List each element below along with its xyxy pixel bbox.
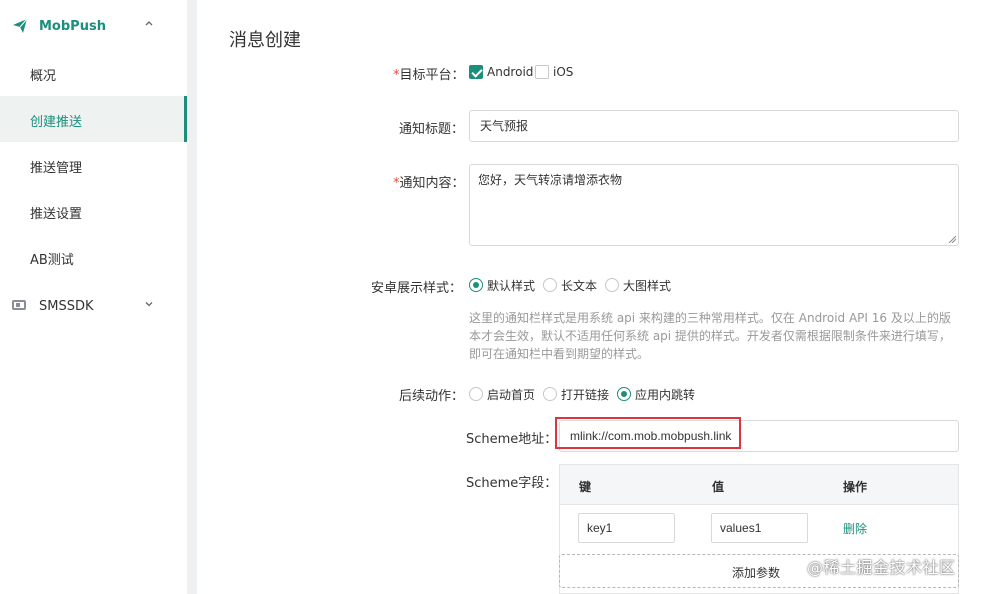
notify-title-input[interactable]: 天气预报 (469, 110, 959, 142)
sidebar-item-label: 推送设置 (30, 207, 83, 222)
paper-plane-icon (13, 18, 28, 33)
column-header-key: 键 (579, 480, 592, 494)
follow-action-label: 后续动作： (399, 389, 465, 404)
resize-handle-icon[interactable] (948, 235, 956, 243)
delete-row-link[interactable]: 删除 (843, 520, 867, 537)
platform-label-text: 目标平台： (399, 68, 465, 83)
value-input[interactable]: values1 (711, 513, 808, 543)
sidebar-item-label: SMSSDK (39, 299, 94, 314)
sidebar-item-label: 推送管理 (30, 161, 83, 176)
style-default-label: 默认样式 (487, 279, 536, 293)
style-big-image-label: 大图样式 (623, 279, 672, 293)
notify-content-value: 您好，天气转凉请增添衣物 (478, 173, 623, 187)
watermark: @稀土掘金技术社区 (807, 558, 956, 577)
sidebar-item-push-manage[interactable]: 推送管理 (0, 142, 187, 188)
sidebar-item-label: 创建推送 (30, 115, 83, 130)
sidebar-item-smssdk[interactable]: SMSSDK (0, 282, 187, 328)
platform-label: *目标平台： (393, 64, 465, 83)
notify-content-textarea[interactable]: 您好，天气转凉请增添衣物 (469, 164, 959, 246)
sidebar-brand[interactable]: MobPush (0, 0, 187, 50)
scheme-fields-label: Scheme字段： (466, 476, 558, 491)
main-panel: 消息创建 *目标平台： Android iOS 通知标题： 天气预报 *通知内容… (197, 0, 988, 594)
style-big-image-radio[interactable] (605, 278, 619, 292)
action-open-link-radio[interactable] (543, 387, 557, 401)
style-hint-line-2: 本才会生效，默认不适用任何系统 api 提供的样式。开发者仅需根据限制条件来进行… (469, 329, 951, 343)
ios-option-label: iOS (553, 65, 574, 79)
sidebar: MobPush 概况 创建推送 推送管理 推送设置 AB测试 SMSSDK (0, 0, 187, 594)
sidebar-item-overview[interactable]: 概况 (0, 50, 187, 96)
brand-label: MobPush (39, 19, 106, 34)
android-option-label: Android (487, 65, 534, 79)
chevron-up-icon[interactable] (144, 18, 154, 28)
page-title: 消息创建 (229, 30, 301, 51)
app-root: MobPush 概况 创建推送 推送管理 推送设置 AB测试 SMSSDK 消息… (0, 0, 988, 594)
key-input[interactable]: key1 (578, 513, 675, 543)
table-header: 键 值 操作 (560, 465, 958, 505)
sidebar-item-ab-test[interactable]: AB测试 (0, 234, 187, 280)
add-param-label: 添加参数 (732, 566, 781, 580)
sms-card-icon (12, 300, 26, 310)
action-in-app-jump-label: 应用内跳转 (635, 388, 696, 402)
notify-title-label: 通知标题： (399, 122, 465, 137)
action-open-link-label: 打开链接 (561, 388, 610, 402)
style-hint-line-3: 即可在通知栏中看到期望的样式。 (469, 347, 650, 361)
action-launch-home-radio[interactable] (469, 387, 483, 401)
ios-checkbox[interactable] (535, 65, 549, 79)
action-launch-home-label: 启动首页 (487, 388, 536, 402)
style-long-text-radio[interactable] (543, 278, 557, 292)
highlight-box (555, 417, 741, 449)
chevron-down-icon[interactable] (144, 299, 154, 309)
notify-content-label-text: 通知内容： (399, 176, 465, 191)
column-header-action: 操作 (843, 480, 868, 494)
column-header-value: 值 (712, 480, 725, 494)
sidebar-item-label: 概况 (30, 69, 57, 84)
android-style-label: 安卓展示样式： (371, 281, 463, 296)
notify-content-label: *通知内容： (393, 172, 465, 191)
style-hint-line-1: 这里的通知栏样式是用系统 api 来构建的三种常用样式。仅在 Android A… (469, 311, 951, 325)
sidebar-item-push-settings[interactable]: 推送设置 (0, 188, 187, 234)
sidebar-item-label: AB测试 (30, 253, 74, 268)
style-long-text-label: 长文本 (561, 279, 598, 293)
action-in-app-jump-radio[interactable] (617, 387, 631, 401)
sidebar-item-create-push[interactable]: 创建推送 (0, 96, 187, 142)
android-checkbox[interactable] (469, 65, 483, 79)
scheme-address-label: Scheme地址： (466, 432, 558, 447)
style-default-radio[interactable] (469, 278, 483, 292)
sidebar-divider (187, 0, 197, 594)
